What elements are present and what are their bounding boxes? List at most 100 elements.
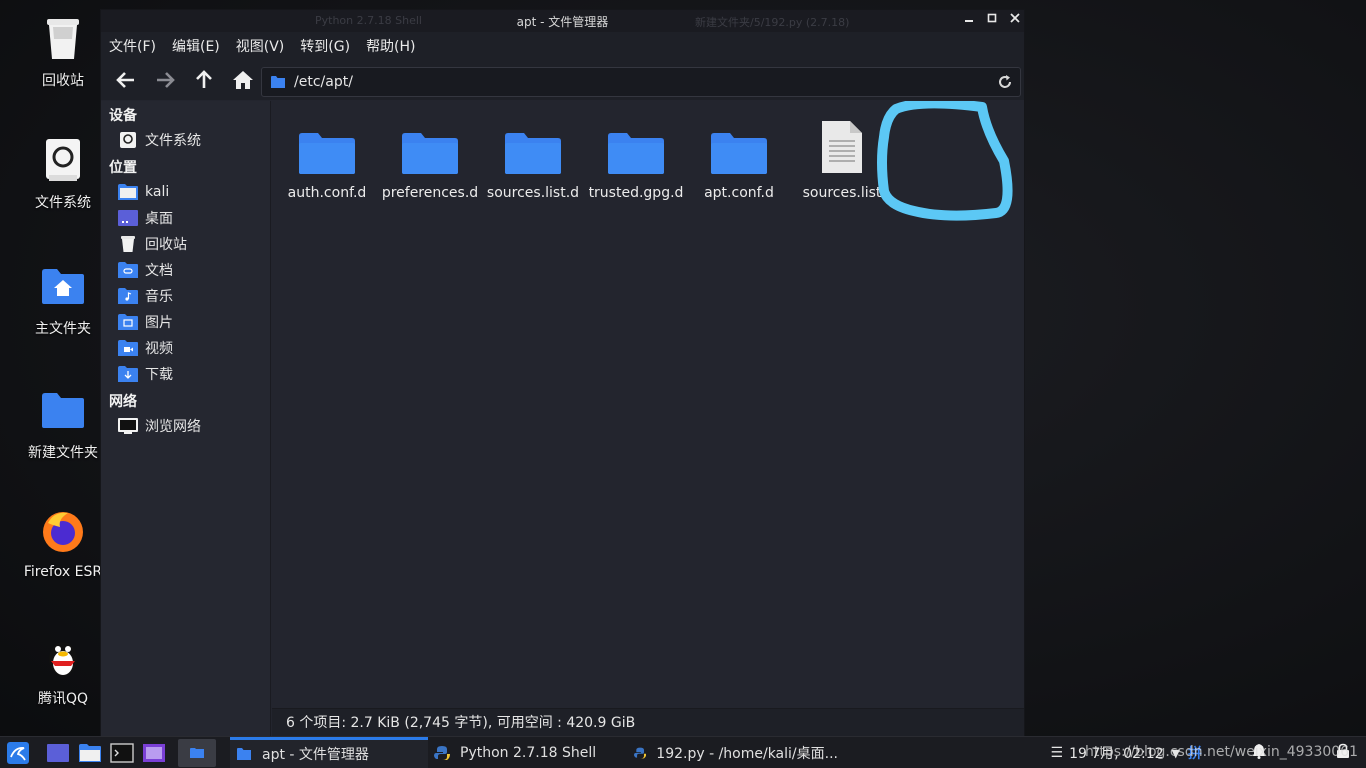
- file-name: auth.conf.d: [287, 185, 367, 201]
- desktop-firefox-label: Firefox ESR: [23, 564, 103, 580]
- task-label: Python 2.7.18 Shell: [460, 744, 597, 761]
- python-icon: [634, 747, 647, 758]
- menu-file[interactable]: 文件(F): [109, 36, 156, 56]
- location-path: /etc/apt/: [294, 74, 353, 90]
- folder-icon: [190, 747, 204, 758]
- desktop-new-folder-label: 新建文件夹: [28, 445, 98, 461]
- file-name: sources.list: [802, 185, 882, 201]
- home-folder-icon: [39, 262, 87, 310]
- task-192-py[interactable]: 192.py - /home/kali/桌面...: [628, 737, 838, 768]
- home-icon: [117, 183, 139, 201]
- file-manager-launcher[interactable]: [76, 739, 104, 767]
- file-item-auth-conf-d[interactable]: auth.conf.d: [275, 119, 379, 201]
- minimize-icon: [965, 20, 973, 22]
- file-item-apt-conf-d[interactable]: apt.conf.d: [687, 119, 791, 201]
- task-label: 192.py - /home/kali/桌面...: [656, 745, 838, 762]
- sidebar-item-desktop[interactable]: 桌面: [101, 205, 270, 231]
- folder-icon: [401, 119, 459, 175]
- folder-icon: [504, 119, 562, 175]
- sidebar-item-browse-network[interactable]: 浏览网络: [101, 413, 270, 439]
- tray-menu-icon[interactable]: ☰: [1051, 745, 1064, 761]
- menu-go[interactable]: 转到(G): [300, 36, 350, 56]
- file-item-trusted-gpg-d[interactable]: trusted.gpg.d: [584, 119, 688, 201]
- sidebar-item-documents[interactable]: 文档: [101, 257, 270, 283]
- desktop-filesystem-label: 文件系统: [35, 195, 91, 211]
- qq-icon: [39, 632, 87, 680]
- forward-button[interactable]: [150, 65, 180, 95]
- maximize-button[interactable]: [984, 12, 1000, 28]
- arrow-left-icon: [116, 72, 134, 88]
- kali-menu-button[interactable]: [4, 739, 32, 767]
- desktop-trash[interactable]: 回收站: [18, 14, 108, 90]
- menu-bar: 文件(F) 编辑(E) 视图(V) 转到(G) 帮助(H): [101, 32, 1024, 60]
- task-file-manager[interactable]: apt - 文件管理器: [230, 736, 428, 768]
- sidebar-item-downloads[interactable]: 下载: [101, 361, 270, 387]
- menu-help[interactable]: 帮助(H): [366, 36, 415, 56]
- location-bar[interactable]: /etc/apt/: [261, 67, 1021, 97]
- editor-icon: [143, 743, 165, 762]
- folder-icon: [271, 76, 285, 88]
- file-name: trusted.gpg.d: [588, 185, 684, 201]
- trash-icon: [39, 14, 87, 62]
- sidebar-item-music[interactable]: 音乐: [101, 283, 270, 309]
- sidebar: 设备 文件系统 位置 kali 桌面 回收站 文档 音乐 图片 视频 下载 网络…: [101, 101, 271, 737]
- workspace-switcher[interactable]: [178, 738, 216, 767]
- sidebar-item-label: 下载: [145, 367, 173, 383]
- desktop-new-folder[interactable]: 新建文件夹: [18, 386, 108, 462]
- menu-edit[interactable]: 编辑(E): [172, 36, 220, 56]
- task-python-shell[interactable]: Python 2.7.18 Shell: [428, 737, 628, 768]
- filesystem-icon: [39, 136, 87, 184]
- maximize-icon: [987, 13, 997, 23]
- sidebar-header-devices: 设备: [109, 108, 137, 124]
- terminal-launcher[interactable]: [108, 739, 136, 767]
- editor-launcher[interactable]: [140, 739, 168, 767]
- title-bar[interactable]: Python 2.7.18 Shell 新建文件夹/5/192.py (2.7.…: [101, 10, 1024, 32]
- python-icon: [434, 745, 450, 760]
- taskbar: apt - 文件管理器 Python 2.7.18 Shell 192.py -…: [0, 736, 1366, 768]
- home-icon: [233, 71, 253, 89]
- desktop-icon: [47, 743, 69, 762]
- close-icon: [1010, 13, 1020, 23]
- sidebar-item-label: 浏览网络: [145, 419, 201, 435]
- documents-icon: [117, 261, 139, 279]
- desktop-home-folder[interactable]: 主文件夹: [18, 262, 108, 338]
- desktop-icon: [117, 209, 139, 227]
- text-file-icon: [820, 119, 864, 175]
- menu-view[interactable]: 视图(V): [236, 36, 285, 56]
- file-item-sources-list-d[interactable]: sources.list.d: [481, 119, 585, 201]
- file-view[interactable]: auth.conf.d preferences.d sources.list.d…: [272, 101, 1024, 714]
- sidebar-item-label: 文件系统: [145, 133, 201, 149]
- desktop-qq[interactable]: 腾讯QQ: [18, 632, 108, 708]
- trash-icon: [117, 235, 139, 253]
- terminal-icon: [110, 742, 134, 763]
- file-manager-window: Python 2.7.18 Shell 新建文件夹/5/192.py (2.7.…: [100, 9, 1025, 737]
- folder-icon: [298, 119, 356, 175]
- arrow-right-icon: [157, 72, 175, 88]
- task-label: apt - 文件管理器: [262, 747, 369, 763]
- sidebar-item-kali[interactable]: kali: [101, 179, 270, 205]
- close-button[interactable]: [1007, 12, 1023, 28]
- desktop-firefox[interactable]: Firefox ESR: [18, 508, 108, 580]
- sidebar-item-trash[interactable]: 回收站: [101, 231, 270, 257]
- videos-icon: [117, 339, 139, 357]
- sidebar-item-pictures[interactable]: 图片: [101, 309, 270, 335]
- desktop-filesystem[interactable]: 文件系统: [18, 136, 108, 212]
- desktop-home-folder-label: 主文件夹: [35, 321, 91, 337]
- up-button[interactable]: [189, 65, 219, 95]
- music-icon: [117, 287, 139, 305]
- file-item-sources-list[interactable]: sources.list: [790, 119, 894, 201]
- sidebar-item-label: 视频: [145, 341, 173, 357]
- window-title: apt - 文件管理器: [516, 15, 609, 29]
- status-bar: 6 个项目: 2.7 KiB (2,745 字节), 可用空间 : 420.9 …: [272, 708, 1024, 736]
- refresh-icon[interactable]: [996, 73, 1014, 91]
- file-name: sources.list.d: [486, 185, 580, 201]
- show-desktop-button[interactable]: [44, 739, 72, 767]
- minimize-button[interactable]: [961, 12, 977, 28]
- sidebar-header-network: 网络: [109, 394, 137, 410]
- home-button[interactable]: [228, 65, 258, 95]
- file-item-preferences-d[interactable]: preferences.d: [378, 119, 482, 201]
- sidebar-item-filesystem[interactable]: 文件系统: [101, 127, 270, 153]
- back-button[interactable]: [111, 65, 141, 95]
- sidebar-item-videos[interactable]: 视频: [101, 335, 270, 361]
- watermark: https://blog.csdn.net/weixin_49330061: [1084, 744, 1358, 760]
